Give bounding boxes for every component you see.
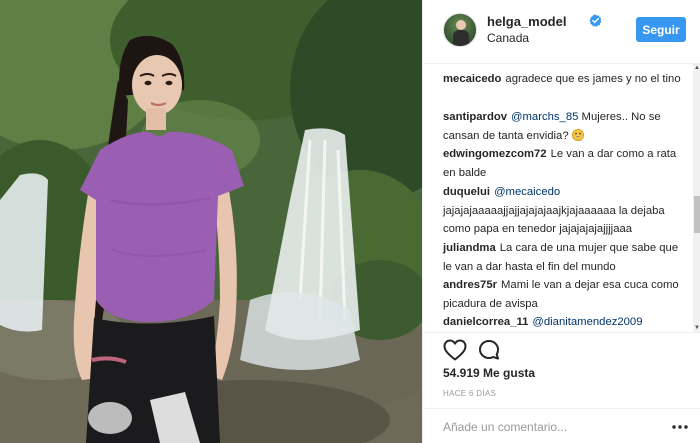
comment-mention[interactable]: @marchs_85 [511, 111, 578, 123]
comment-bubble-icon[interactable] [478, 339, 500, 361]
avatar-head [456, 20, 466, 30]
comment-item: duquelui @mecaicedo jajajajaaaaajjajjajaj… [443, 183, 683, 239]
comment-mention[interactable]: @dianitamendez2009 [532, 316, 642, 328]
likes-count[interactable]: 54.919 Me gusta [443, 366, 535, 380]
username-link[interactable]: helga_model [487, 14, 566, 29]
comment-item: andres75r Mami le van a dejar esa cuca co… [443, 276, 683, 313]
post-timestamp: HACE 6 DÍAS [443, 389, 497, 398]
comment-item: edwingomezcom72 Le van a dar como a rata … [443, 145, 683, 182]
post-photo-art [0, 0, 422, 443]
heart-icon[interactable] [443, 339, 467, 361]
comment-text: agradece que es james y no el tino [505, 73, 681, 85]
post-photo[interactable] [0, 0, 422, 443]
scrollbar-thumb[interactable] [694, 196, 700, 233]
comment-mention[interactable]: @mecaicedo [494, 186, 560, 198]
scroll-up-arrow-icon[interactable]: ▲ [694, 64, 700, 72]
comment-item: santipardov @marchs_85 Mujeres.. No se ca… [443, 108, 683, 145]
comments-list[interactable]: mecaicedo agradece que es james y no el t… [423, 64, 693, 332]
comment-username[interactable]: duquelui [443, 186, 490, 198]
location-link[interactable]: Canada [487, 31, 529, 45]
comment-username[interactable]: danielcorrea_11 [443, 316, 528, 328]
comment-username[interactable]: santipardov [443, 111, 507, 123]
avatar[interactable] [443, 13, 477, 47]
add-comment-input[interactable] [443, 418, 643, 436]
scroll-down-arrow-icon[interactable]: ▼ [694, 324, 700, 332]
comment-item: juliandma La cara de una mujer que sabe q… [443, 239, 683, 276]
more-options-icon[interactable] [670, 417, 690, 437]
verified-badge-icon [589, 14, 602, 27]
comments-scrollbar[interactable]: ▲ ▼ [693, 64, 700, 332]
grinning-face-emoji-icon [571, 128, 584, 141]
add-comment-bar [423, 408, 700, 443]
follow-button[interactable]: Seguir [636, 17, 686, 42]
comment-item: mecaicedo agradece que es james y no el t… [443, 70, 683, 89]
post-header: helga_model Canada Seguir [423, 0, 700, 64]
comment-username[interactable]: juliandma [443, 242, 496, 254]
post-sidebar: helga_model Canada Seguir mecaicedo agrad… [422, 0, 700, 443]
post-actions: 54.919 Me gusta HACE 6 DÍAS [423, 332, 700, 443]
comment-text: jajajajaaaaajjajjajajajaajkjajaaaaaa la … [443, 204, 665, 236]
comment-username[interactable]: edwingomezcom72 [443, 148, 547, 160]
comment-username[interactable]: andres75r [443, 279, 497, 291]
comment-item: danielcorrea_11 @dianitamendez2009 [443, 313, 683, 332]
comment-username[interactable]: mecaicedo [443, 73, 501, 85]
avatar-body [453, 30, 469, 46]
